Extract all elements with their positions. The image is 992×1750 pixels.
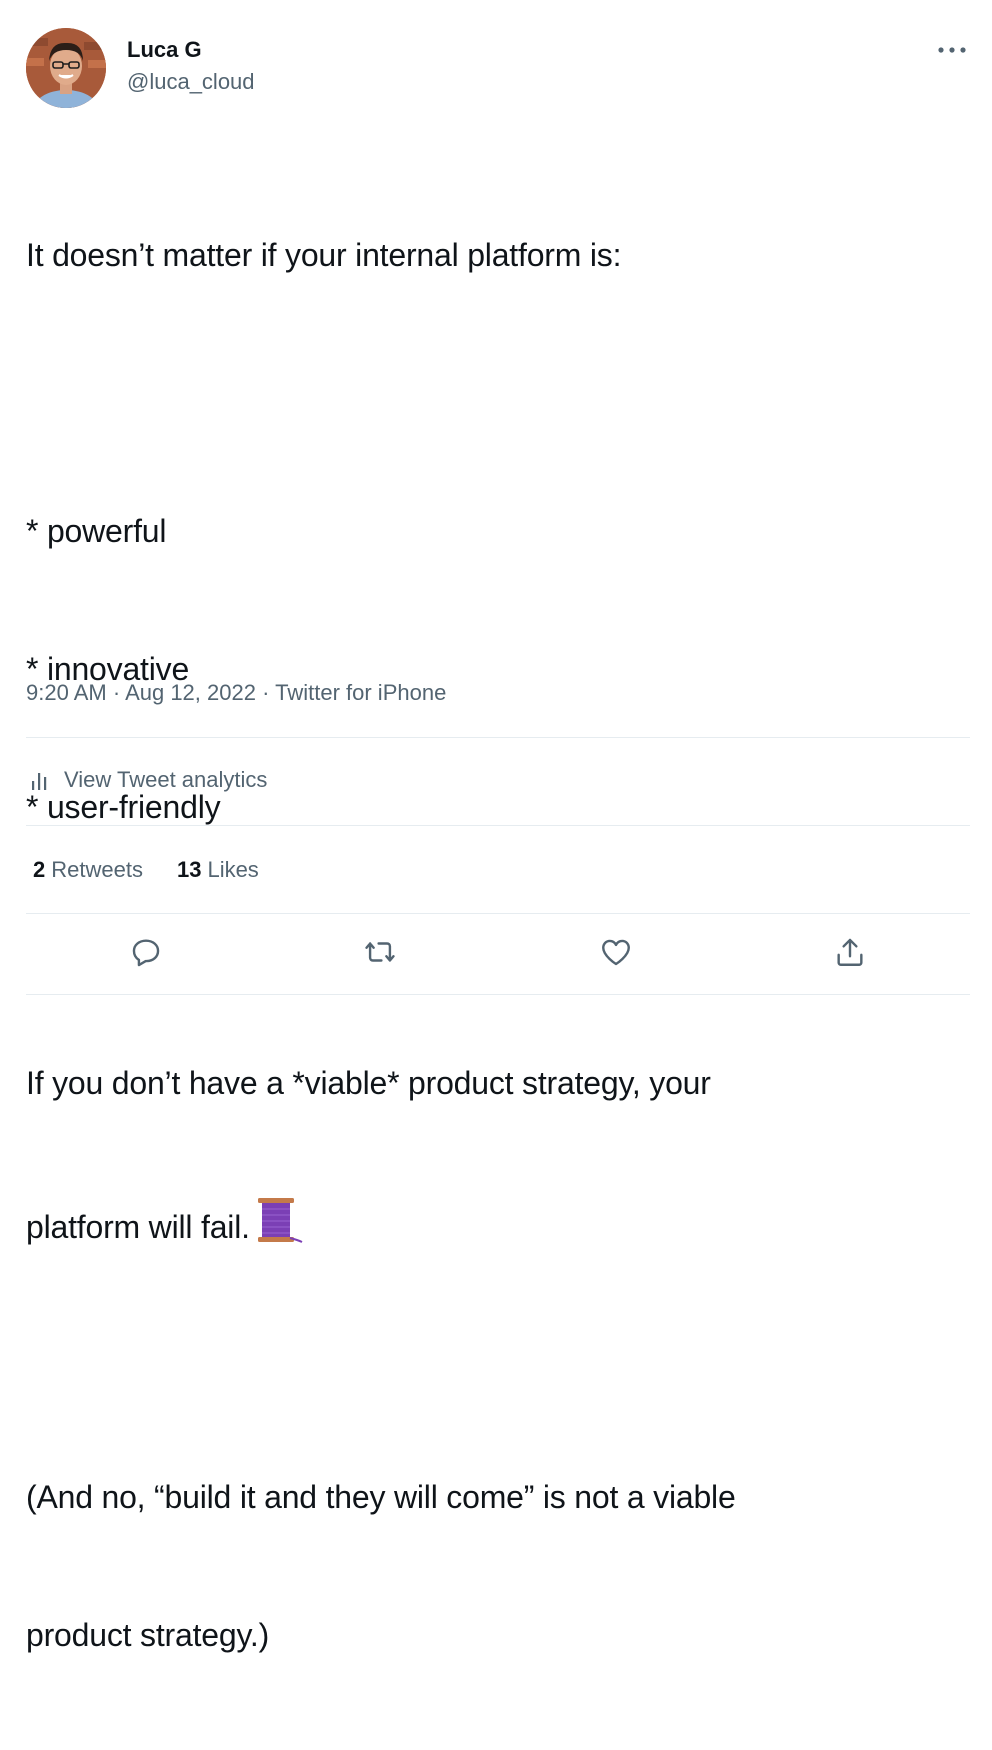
tweet-text: It doesn’t matter if your internal platf… <box>26 140 966 1750</box>
retweets-stat[interactable]: 2 Retweets <box>33 857 143 883</box>
retweet-icon <box>365 942 395 962</box>
analytics-label: View Tweet analytics <box>64 767 268 792</box>
reply-icon <box>132 939 160 967</box>
more-horizontal-icon <box>938 47 966 53</box>
tweet-line: It doesn’t matter if your internal platf… <box>26 237 622 273</box>
divider <box>26 994 970 995</box>
tweet-line: (And no, “build it and they will come” i… <box>26 1479 736 1515</box>
likes-label: Likes <box>207 857 259 882</box>
tweet-line: If you don’t have a *viable* product str… <box>26 1065 711 1101</box>
like-button[interactable] <box>596 932 636 972</box>
likes-stat[interactable]: 13 Likes <box>177 857 259 883</box>
retweets-count: 2 <box>33 857 46 882</box>
view-tweet-analytics-button[interactable]: View Tweet analytics <box>30 764 267 796</box>
tweet-source[interactable]: Twitter for iPhone <box>275 680 446 705</box>
tweet-stats: 2 Retweets 13 Likes <box>33 854 293 886</box>
meta-separator: · <box>106 680 126 705</box>
share-icon <box>837 938 863 966</box>
avatar-image <box>26 28 106 108</box>
divider <box>26 825 970 826</box>
like-icon <box>602 939 630 966</box>
author-handle[interactable]: @luca_cloud <box>127 68 255 96</box>
tweet-meta: 9:20 AM · Aug 12, 2022 · Twitter for iPh… <box>26 678 446 708</box>
thread-spool-emoji <box>254 1198 304 1256</box>
avatar[interactable] <box>26 28 106 108</box>
share-button[interactable] <box>830 932 870 972</box>
retweet-button[interactable] <box>360 932 400 972</box>
tweet: Luca G @luca_cloud It doesn’t matter if … <box>0 0 992 1653</box>
divider <box>26 913 970 914</box>
tweet-date[interactable]: Aug 12, 2022 <box>125 680 256 705</box>
tweet-line: * powerful <box>26 513 167 549</box>
tweet-line-with-emoji: platform will fail. <box>26 1198 966 1245</box>
tweet-line: product strategy.) <box>26 1617 270 1653</box>
author-display-name[interactable]: Luca G <box>127 36 202 64</box>
retweets-label: Retweets <box>51 857 143 882</box>
tweet-line: platform will fail. <box>26 1209 250 1245</box>
analytics-icon <box>32 773 47 790</box>
divider <box>26 737 970 738</box>
more-options-button[interactable] <box>930 36 974 64</box>
reply-button[interactable] <box>126 932 166 972</box>
likes-count: 13 <box>176 857 202 882</box>
tweet-time[interactable]: 9:20 AM <box>26 680 107 705</box>
meta-separator: · <box>255 680 276 705</box>
